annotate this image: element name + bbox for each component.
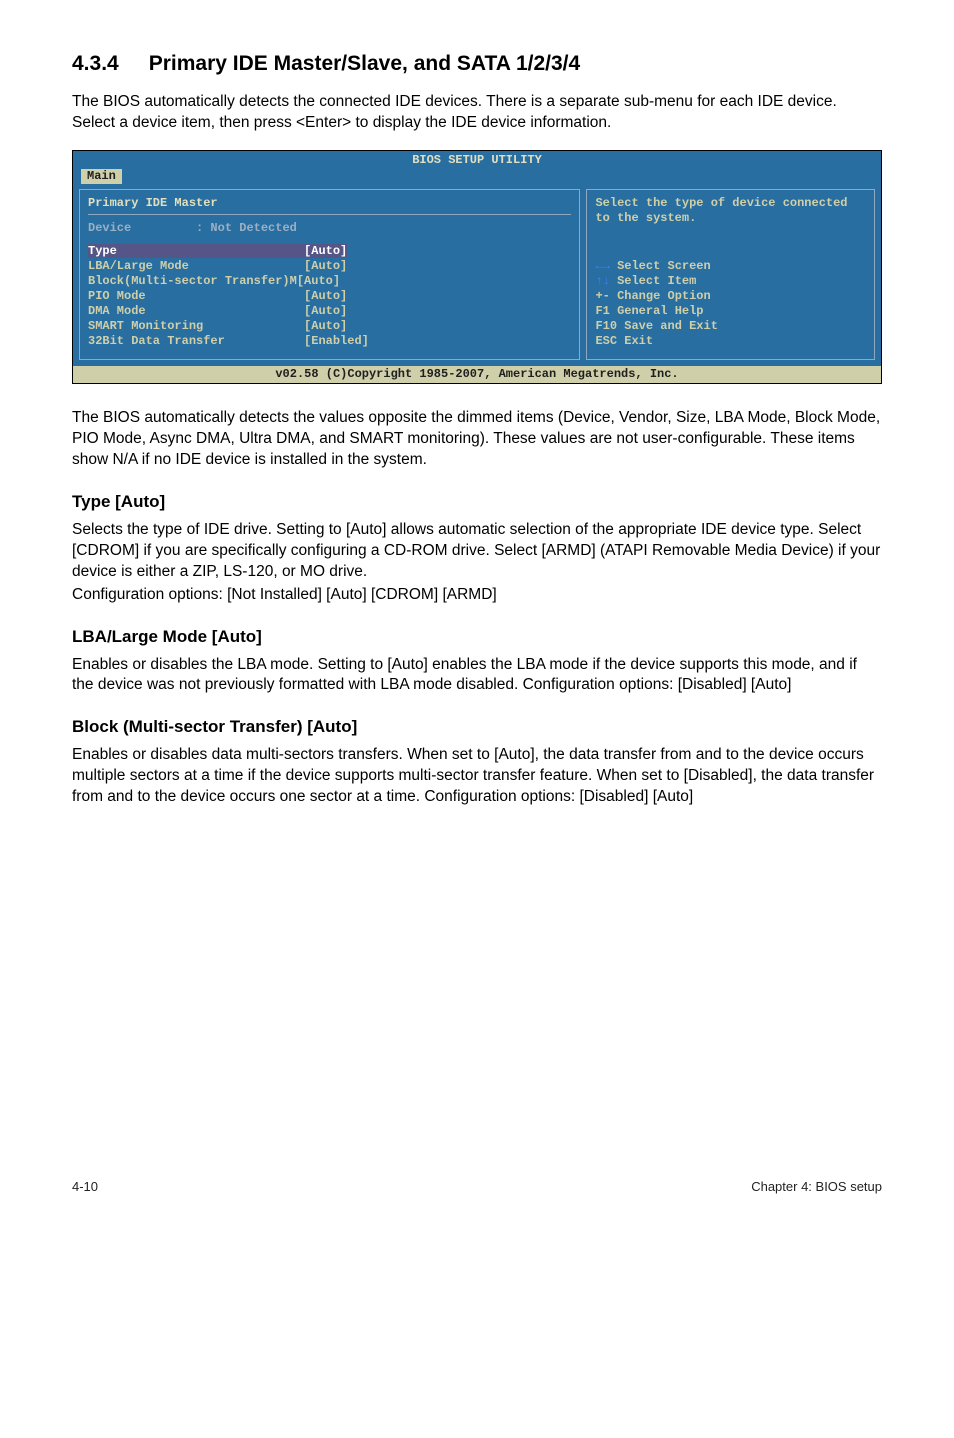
type-heading: Type [Auto] [72,491,882,514]
bios-row-lba: LBA/Large Mode [Auto] [88,259,571,274]
arrow-lr-icon: ←→ [595,259,609,273]
bios-footer: v02.58 (C)Copyright 1985-2007, American … [73,366,881,383]
section-heading: 4.3.4 Primary IDE Master/Slave, and SATA … [72,50,882,78]
bios-tab-main: Main [81,169,122,184]
bios-device-row: Device : Not Detected [88,221,571,236]
page-number: 4-10 [72,1178,98,1196]
section-title-text: Primary IDE Master/Slave, and SATA 1/2/3… [149,52,580,75]
bios-header: Primary IDE Master [88,196,571,211]
type-paragraph-1: Selects the type of IDE drive. Setting t… [72,520,882,583]
lba-paragraph: Enables or disables the LBA mode. Settin… [72,655,882,697]
intro-paragraph: The BIOS automatically detects the conne… [72,92,882,134]
bios-right-pane: Select the type of device connected to t… [586,189,875,360]
page-footer: 4-10 Chapter 4: BIOS setup [72,1178,882,1196]
bios-left-pane: Primary IDE Master Device : Not Detected… [79,189,580,360]
arrow-ud-icon: ↑↓ [595,274,609,288]
after-bios-paragraph: The BIOS automatically detects the value… [72,408,882,471]
bios-row-smart: SMART Monitoring [Auto] [88,319,571,334]
bios-divider [88,214,571,215]
bios-title: BIOS SETUP UTILITY [73,151,881,169]
bios-legend: ←→ Select Screen ↑↓ Select Item +- Chang… [595,259,866,349]
type-paragraph-2: Configuration options: [Not Installed] [… [72,585,882,606]
bios-row-32bit: 32Bit Data Transfer [Enabled] [88,334,571,349]
chapter-label: Chapter 4: BIOS setup [751,1178,882,1196]
bios-row-pio: PIO Mode [Auto] [88,289,571,304]
block-heading: Block (Multi-sector Transfer) [Auto] [72,716,882,739]
bios-row-block: Block(Multi-sector Transfer)M[Auto] [88,274,571,289]
bios-row-dma: DMA Mode [Auto] [88,304,571,319]
bios-row-type: Type [Auto] [88,244,571,259]
bios-help-text: Select the type of device connected to t… [595,196,866,226]
block-paragraph: Enables or disables data multi-sectors t… [72,745,882,808]
section-number: 4.3.4 [72,50,119,78]
lba-heading: LBA/Large Mode [Auto] [72,626,882,649]
bios-screenshot: BIOS SETUP UTILITY Main Primary IDE Mast… [72,150,882,384]
